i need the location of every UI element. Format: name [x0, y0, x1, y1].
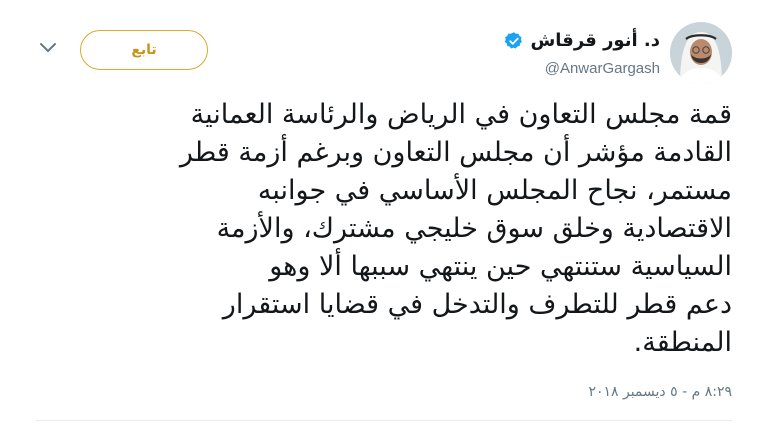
tweet-line: السياسية ستنتهي حين ينتهي سببها ألا وهو [269, 251, 732, 282]
tweet-line: قمة مجلس التعاون في الرياض والرئاسة العم… [190, 99, 732, 130]
tweet-line: الاقتصادية وخلق سوق خليجي مشترك، والأزمة [216, 213, 732, 244]
tweet-line: مستمر، نجاح المجلس الأساسي في جوانبه [257, 175, 732, 206]
author-avatar[interactable] [670, 22, 732, 84]
tweet-line: دعم قطر للتطرف والتدخل في قضايا استقرار [222, 289, 732, 320]
tweet-line: القادمة مؤشر أن مجلس التعاون وبرغم أزمة … [179, 137, 732, 168]
follow-button-label: تابع [131, 42, 157, 58]
divider [36, 420, 732, 421]
tweet-timestamp[interactable]: ٨:٢٩ م - ٥ ديسمبر ٢٠١٨ [588, 384, 732, 400]
author-display-name[interactable]: د. أنور قرقاش [530, 30, 660, 51]
follow-button[interactable]: تابع [80, 30, 208, 70]
tweet-text: قمة مجلس التعاون في الرياض والرئاسة العم… [32, 96, 732, 362]
tweet-card: د. أنور قرقاش @AnwarGargash تابع قمة مجل… [0, 0, 768, 428]
author-name-row[interactable]: د. أنور قرقاش [504, 30, 660, 51]
tweet-line: المنطقة. [633, 327, 732, 358]
author-handle[interactable]: @AnwarGargash [545, 60, 660, 77]
verified-badge-icon [505, 31, 523, 48]
chevron-down-icon[interactable] [38, 40, 58, 56]
avatar-image [670, 22, 732, 84]
